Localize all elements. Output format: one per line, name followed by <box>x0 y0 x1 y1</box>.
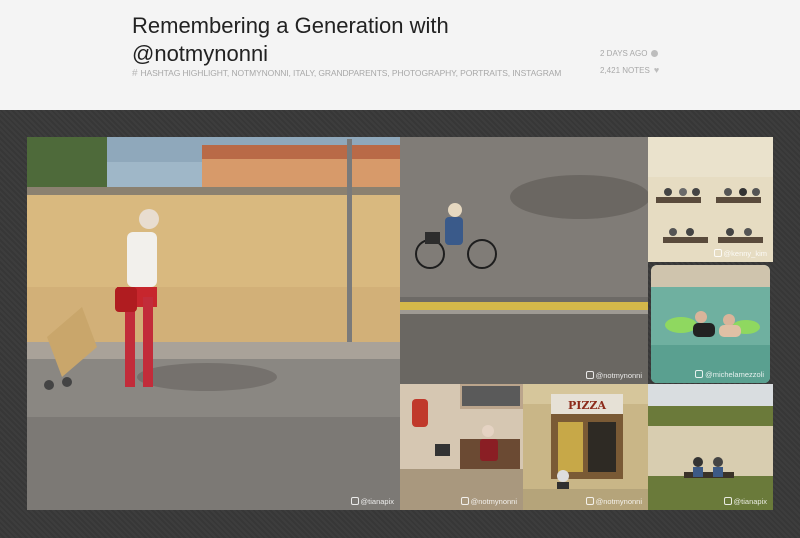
post-header: Remembering a Generation with @notmynonn… <box>0 0 800 110</box>
hashtag-icon: # <box>132 68 138 79</box>
photoset-stage: @tianapix @notmynonni @kenny_kim @michel… <box>0 110 800 538</box>
woman-bench-image <box>400 384 523 510</box>
clock-icon <box>651 50 659 57</box>
camera-icon <box>585 371 594 379</box>
photo-credit: @kenny_kim <box>713 249 767 258</box>
camera-icon <box>695 370 704 378</box>
photo-credit: @notmynonni <box>585 371 642 380</box>
photo-credit: @tianapix <box>723 497 767 506</box>
tags-text[interactable]: HASHTAG HIGHLIGHT, NOTMYNONNI, ITALY, GR… <box>140 68 561 78</box>
photo-credit: @notmynonni <box>585 497 642 506</box>
photo-credit: @michelamezzoli <box>695 370 764 379</box>
photo-pizza-shop[interactable]: PIZZA @notmynonni <box>523 384 648 510</box>
post-title-line2: @notmynonni <box>132 41 269 66</box>
main-photo-image <box>27 137 400 510</box>
post-title-line1: Remembering a Generation with <box>132 13 449 38</box>
post-date[interactable]: 2 DAYS AGO <box>600 49 659 58</box>
benches-image <box>648 137 773 262</box>
camera-icon <box>350 497 359 505</box>
beach-bench-image <box>648 384 773 510</box>
photo-beach-bench[interactable]: @tianapix <box>648 384 773 510</box>
photo-swimmers[interactable]: @michelamezzoli <box>651 265 770 383</box>
camera-icon <box>713 249 722 257</box>
photo-credit: @notmynonni <box>460 497 517 506</box>
photo-credit: @tianapix <box>350 497 394 506</box>
post-notes-text: 2,421 NOTES <box>600 66 650 75</box>
camera-icon <box>585 497 594 505</box>
photo-cyclist[interactable]: @notmynonni <box>400 137 648 384</box>
post-notes[interactable]: 2,421 NOTES ♥ <box>600 65 660 76</box>
cyclist-image <box>400 137 648 384</box>
swimmers-image <box>651 265 770 383</box>
photo-benches[interactable]: @kenny_kim <box>648 137 773 262</box>
heart-icon: ♥ <box>653 65 660 75</box>
camera-icon <box>460 497 469 505</box>
svg-text:PIZZA: PIZZA <box>568 399 606 412</box>
photo-woman-bench[interactable]: @notmynonni <box>400 384 523 510</box>
post-tags[interactable]: # HASHTAG HIGHLIGHT, NOTMYNONNI, ITALY, G… <box>132 68 592 79</box>
camera-icon <box>723 497 732 505</box>
pizza-shop-image: PIZZA <box>523 384 648 510</box>
post-date-text: 2 DAYS AGO <box>600 49 648 58</box>
main-photo-woman-cart[interactable]: @tianapix <box>27 137 400 510</box>
post-title[interactable]: Remembering a Generation with @notmynonn… <box>132 12 572 68</box>
